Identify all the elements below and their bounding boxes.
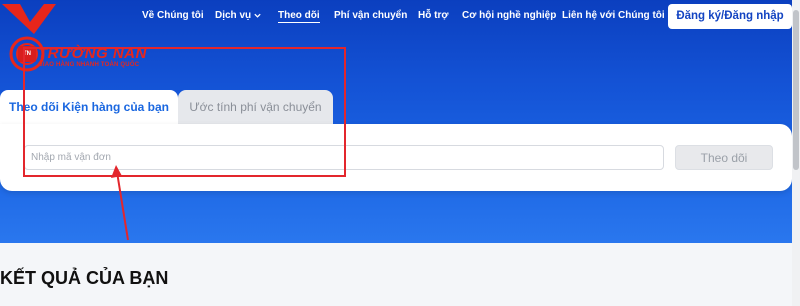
tracking-number-input[interactable] xyxy=(24,145,664,170)
results-heading: KẾT QUẢ CỦA BẠN xyxy=(0,268,169,288)
page-scrollbar[interactable] xyxy=(792,0,800,306)
nav-item-services-label: Dịch vụ xyxy=(215,10,252,21)
tab-track-package[interactable]: Theo dõi Kiện hàng của bạn xyxy=(0,90,178,124)
brand-logo[interactable]: TN TRƯỜNG NAN GIAO HÀNG NHANH TOÀN QUỐC xyxy=(0,0,150,80)
logo-wordmark: TRƯỜNG NAN xyxy=(38,45,147,62)
nav-item-about[interactable]: Về Chúng tôi xyxy=(142,10,204,21)
logo-badge: TN xyxy=(18,46,36,62)
nav-item-careers[interactable]: Cơ hội nghề nghiệp xyxy=(462,10,556,21)
nav-item-shipping-fee[interactable]: Phí vận chuyển xyxy=(334,10,407,21)
tab-estimate-fee[interactable]: Ước tính phí vận chuyển xyxy=(178,90,333,124)
chevron-down-icon xyxy=(254,13,261,18)
register-login-button[interactable]: Đăng ký/Đăng nhập xyxy=(668,4,792,29)
scrollbar-thumb[interactable] xyxy=(793,10,799,170)
nav-item-tracking[interactable]: Theo dõi xyxy=(278,10,320,23)
track-button[interactable]: Theo dõi xyxy=(675,145,773,170)
nav-item-support[interactable]: Hỗ trợ xyxy=(418,10,448,21)
logo-tagline: GIAO HÀNG NHANH TOÀN QUỐC xyxy=(38,62,140,68)
nav-item-services[interactable]: Dịch vụ xyxy=(215,10,262,21)
nav-item-contact[interactable]: Liên hệ với Chúng tôi xyxy=(562,10,665,21)
tracking-card: Theo dõi xyxy=(0,124,792,191)
